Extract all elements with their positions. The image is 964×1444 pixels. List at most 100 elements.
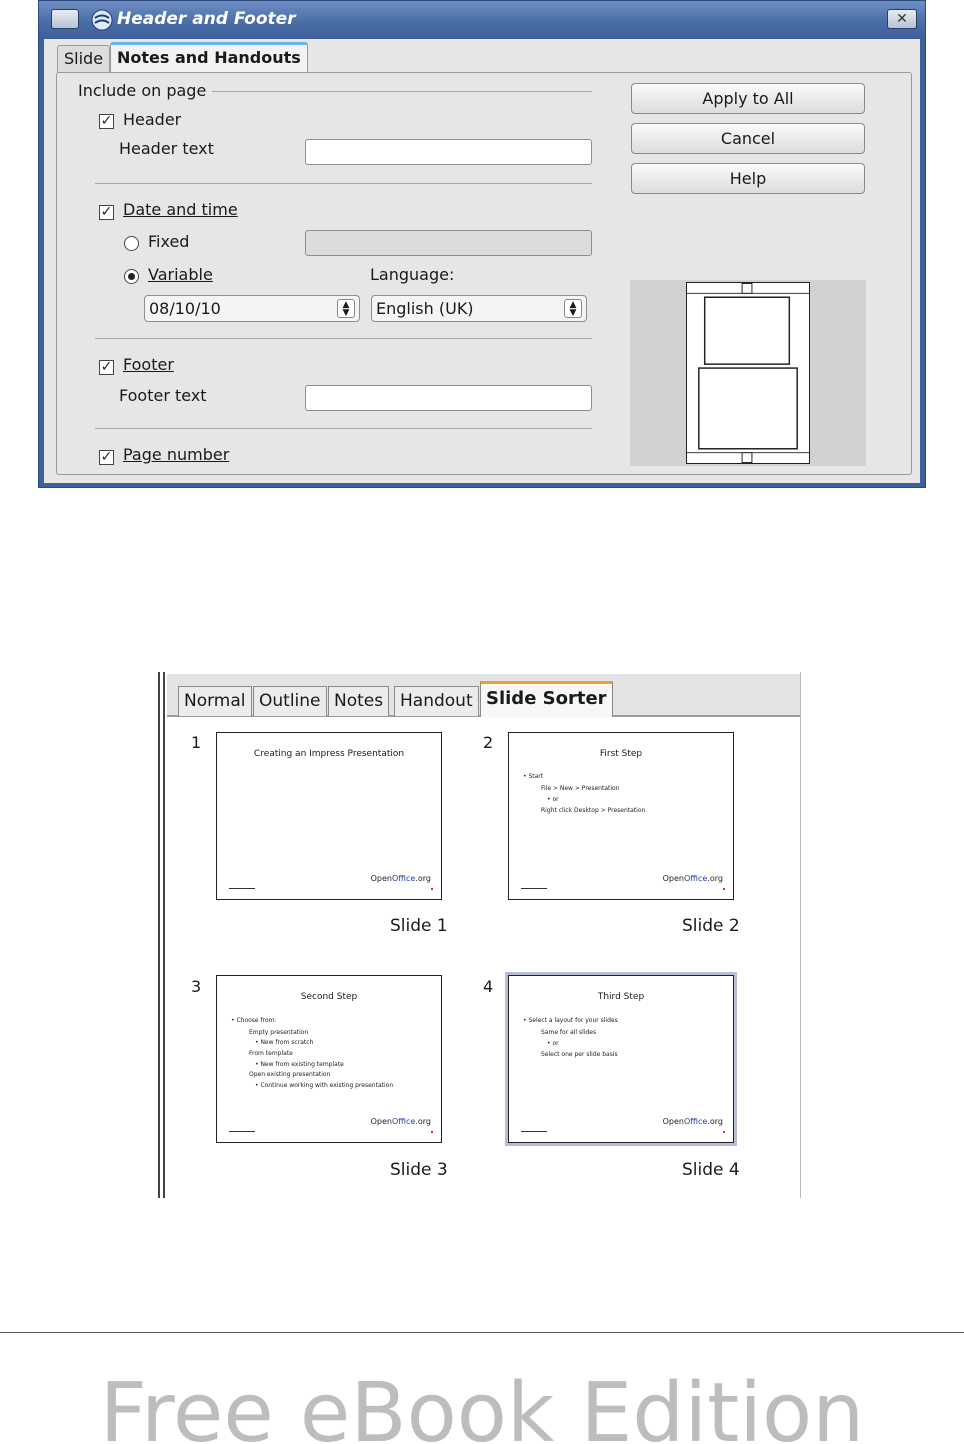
checkmark-icon: ✓ (100, 204, 113, 220)
tab-notes[interactable]: Notes (328, 686, 390, 716)
dialog-titlebar[interactable]: Header and Footer ✕ (39, 1, 925, 39)
header-checkbox-label: Header (123, 110, 182, 129)
date-time-checkbox[interactable]: ✓ (99, 205, 114, 220)
slide-title: Third Step (597, 992, 645, 1002)
close-icon[interactable]: ✕ (887, 9, 917, 29)
slide-text-line: • Continue working with existing present… (255, 1082, 394, 1089)
footer-line (521, 888, 547, 889)
page-mark (723, 1131, 725, 1133)
header-footer-dialog: Header and Footer ✕ Slide Notes and Hand… (38, 0, 926, 488)
footer-checkbox[interactable]: ✓ (99, 360, 114, 375)
slide-sorter-view: Normal Outline Notes Handout Slide Sorte… (158, 672, 808, 1198)
slide-text-line: Select one per slide basis (541, 1051, 618, 1058)
layout-preview (630, 280, 866, 466)
footer-line (521, 1131, 547, 1132)
handout-page-preview (686, 282, 810, 464)
page-divider (0, 1332, 964, 1333)
openoffice-icon (91, 9, 113, 31)
apply-to-all-button[interactable]: Apply to All (631, 83, 865, 114)
slide-thumbnail-4[interactable]: Third Step • Select a layout for your sl… (508, 975, 734, 1143)
cancel-button[interactable]: Cancel (631, 123, 865, 154)
header-text-field[interactable] (305, 139, 592, 165)
slide-text-line: • New from existing template (255, 1061, 344, 1068)
updown-arrows-icon[interactable]: ▲ ▼ (337, 299, 355, 318)
checkmark-icon: ✓ (100, 359, 113, 375)
slide-caption: Slide 4 (682, 1160, 740, 1180)
view-tab-bar: Normal Outline Notes Handout Slide Sorte… (167, 674, 801, 717)
separator-2 (95, 338, 592, 339)
slide-thumbnail-2[interactable]: First Step • Start File > New > Presenta… (508, 732, 734, 900)
page-mark (431, 888, 433, 890)
tab-slide[interactable]: Slide (57, 45, 111, 73)
date-format-value: 08/10/10 (149, 299, 221, 318)
checkmark-icon: ✓ (100, 449, 113, 465)
slide-title: Second Step (300, 992, 358, 1002)
radio-selected-dot (128, 273, 135, 280)
fixed-date-field (305, 230, 592, 256)
footer-line (229, 1131, 255, 1132)
slide-title: First Step (599, 749, 643, 759)
footer-text-label: Footer text (119, 386, 207, 405)
tab-normal[interactable]: Normal (178, 686, 252, 716)
slide-text-line: • New from scratch (255, 1039, 314, 1046)
group-separator (212, 91, 592, 92)
slide-text-line: Open existing presentation (249, 1071, 331, 1078)
slide-title: Creating an Impress Presentation (253, 749, 405, 759)
dialog-client-area: Slide Notes and Handouts Include on page… (44, 39, 920, 483)
slide-text-line: From template (249, 1050, 293, 1057)
slide-thumbnail-1[interactable]: Creating an Impress Presentation OpenOff… (216, 732, 442, 900)
slide-text-line: • Select a layout for your slides (523, 1017, 618, 1024)
date-time-checkbox-label: Date and time (123, 200, 238, 219)
slide-text-line: • Start (523, 773, 544, 780)
slide-text-line: • Choose from: (231, 1017, 277, 1024)
slide-text-line: File > New > Presentation (541, 785, 620, 792)
group-label-include-on-page: Include on page (78, 81, 207, 100)
openoffice-logo: OpenOffice.org (370, 1117, 431, 1126)
slide-text-line: Right click Desktop > Presentation (541, 807, 646, 814)
header-text-label: Header text (119, 139, 214, 158)
footer-line (229, 888, 255, 889)
tab-handout[interactable]: Handout (394, 686, 479, 716)
tab-notes-and-handouts[interactable]: Notes and Handouts (110, 42, 308, 73)
language-label: Language: (370, 265, 455, 284)
slide-number: 4 (483, 977, 494, 996)
separator-3 (95, 428, 592, 429)
page-mark (723, 888, 725, 890)
date-format-select[interactable]: 08/10/10 ▲ ▼ (144, 295, 360, 322)
slide-thumbnail-3[interactable]: Second Step • Choose from: Empty present… (216, 975, 442, 1143)
slide-caption: Slide 1 (390, 916, 448, 936)
variable-radio-label: Variable (148, 265, 213, 284)
openoffice-logo: OpenOffice.org (662, 874, 723, 883)
language-select[interactable]: English (UK) ▲ ▼ (371, 295, 587, 322)
slide-caption: Slide 2 (682, 916, 740, 936)
scrollbar-edge[interactable] (800, 672, 808, 1198)
fixed-radio-label: Fixed (148, 232, 190, 251)
updown-arrows-icon[interactable]: ▲ ▼ (564, 299, 582, 318)
header-checkbox[interactable]: ✓ (99, 114, 114, 129)
slide-caption: Slide 3 (390, 1160, 448, 1180)
window-menu-icon[interactable] (51, 9, 79, 29)
slide-text-line: Same for all slides (541, 1029, 597, 1036)
tab-slide-sorter[interactable]: Slide Sorter (480, 681, 613, 717)
separator-1 (95, 183, 592, 184)
variable-radio[interactable] (124, 269, 139, 284)
tab-outline[interactable]: Outline (253, 686, 327, 716)
footer-text-field[interactable] (305, 385, 592, 411)
openoffice-logo: OpenOffice.org (662, 1117, 723, 1126)
footer-checkbox-label: Footer (123, 355, 174, 374)
edition-watermark: Free eBook Edition (99, 1366, 865, 1444)
dialog-title: Header and Footer (117, 9, 296, 29)
page-number-checkbox-label: Page number (123, 445, 230, 464)
notes-handouts-panel: Include on page ✓ Header Header text ✓ D… (56, 72, 912, 475)
slide-text-line: • or (547, 1040, 559, 1047)
openoffice-logo: OpenOffice.org (370, 874, 431, 883)
slide-number: 1 (191, 733, 202, 752)
fixed-radio[interactable] (124, 236, 139, 251)
page-mark (431, 1131, 433, 1133)
slide-text-line: • or (547, 796, 559, 803)
page-number-checkbox[interactable]: ✓ (99, 450, 114, 465)
slide-number: 3 (191, 977, 202, 996)
checkmark-icon: ✓ (100, 113, 113, 129)
slide-number: 2 (483, 733, 494, 752)
help-button[interactable]: Help (631, 163, 865, 194)
